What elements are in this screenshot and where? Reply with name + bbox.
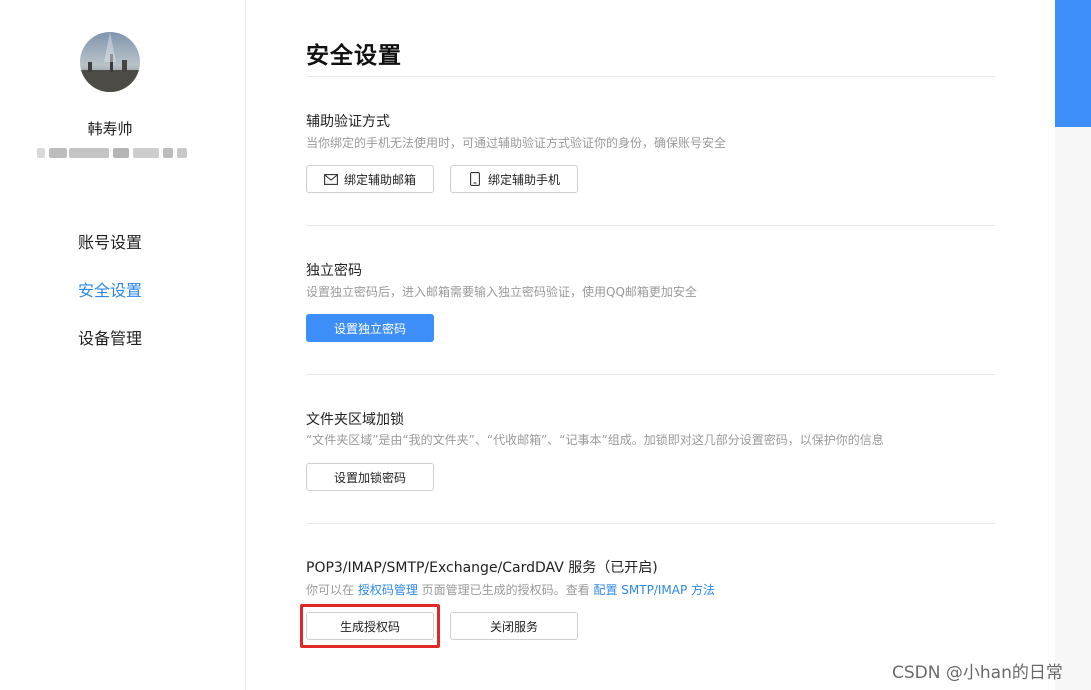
bind-aux-phone-label: 绑定辅助手机 xyxy=(487,172,560,187)
section-title-pop3-service: POP3/IMAP/SMTP/Exchange/CardDAV 服务（已开启) xyxy=(306,560,658,576)
avatar[interactable] xyxy=(80,32,140,92)
sidebar: 韩寿帅 ██████████████ 账号设置 安全设置 设备管理 xyxy=(0,0,246,690)
page-title: 安全设置 xyxy=(306,43,402,69)
sidebar-item-device-management[interactable]: 设备管理 xyxy=(78,328,142,376)
bind-aux-phone-button[interactable]: 绑定辅助手机 xyxy=(450,165,578,193)
envelope-icon xyxy=(324,172,338,186)
set-lock-password-button[interactable]: 设置加锁密码 xyxy=(306,463,434,491)
section-desc-pop3-service: 你可以在 授权码管理 页面管理已生成的授权码。查看 配置 SMTP/IMAP 方… xyxy=(306,581,715,598)
sidebar-item-account-settings[interactable]: 账号设置 xyxy=(78,232,142,280)
user-name: 韩寿帅 xyxy=(87,120,133,138)
divider xyxy=(306,225,995,226)
divider xyxy=(306,374,995,375)
divider xyxy=(306,523,995,524)
auth-code-management-link[interactable]: 授权码管理 xyxy=(358,583,418,597)
section-title-independent-password: 独立密码 xyxy=(306,263,362,279)
section-desc-aux-verify: 当你绑定的手机无法使用时，可通过辅助验证方式验证你的身份，确保账号安全 xyxy=(306,136,727,150)
scrollbar-thumb[interactable] xyxy=(1055,0,1091,127)
section-desc-folder-lock: “文件夹区域”是由“我的文件夹”、“代收邮箱”、“记事本”组成。加锁即对这几部分… xyxy=(306,433,884,447)
bind-aux-email-label: 绑定辅助邮箱 xyxy=(343,172,416,187)
generate-auth-code-button[interactable]: 生成授权码 xyxy=(306,612,434,640)
pop3-desc-prefix: 你可以在 xyxy=(306,583,358,597)
pop3-desc-middle: 页面管理已生成的授权码。查看 xyxy=(417,583,594,597)
section-desc-independent-password: 设置独立密码后，进入邮箱需要输入独立密码验证，使用QQ邮箱更加安全 xyxy=(306,285,697,299)
watermark: CSDN @小han的日常 xyxy=(892,663,1063,683)
smtp-imap-config-link[interactable]: 配置 SMTP/IMAP 方法 xyxy=(593,583,715,597)
set-independent-password-button[interactable]: 设置独立密码 xyxy=(306,314,434,342)
section-title-aux-verify: 辅助验证方式 xyxy=(306,114,390,130)
sidebar-item-security-settings[interactable]: 安全设置 xyxy=(78,280,142,328)
mobile-phone-icon xyxy=(468,172,482,186)
divider xyxy=(306,76,995,77)
user-email-blurred: ██████████████ xyxy=(37,144,187,164)
close-service-button[interactable]: 关闭服务 xyxy=(450,612,578,640)
bind-aux-email-button[interactable]: 绑定辅助邮箱 xyxy=(306,165,434,193)
section-title-folder-lock: 文件夹区域加锁 xyxy=(306,412,404,428)
sidebar-nav: 账号设置 安全设置 设备管理 xyxy=(78,232,142,376)
